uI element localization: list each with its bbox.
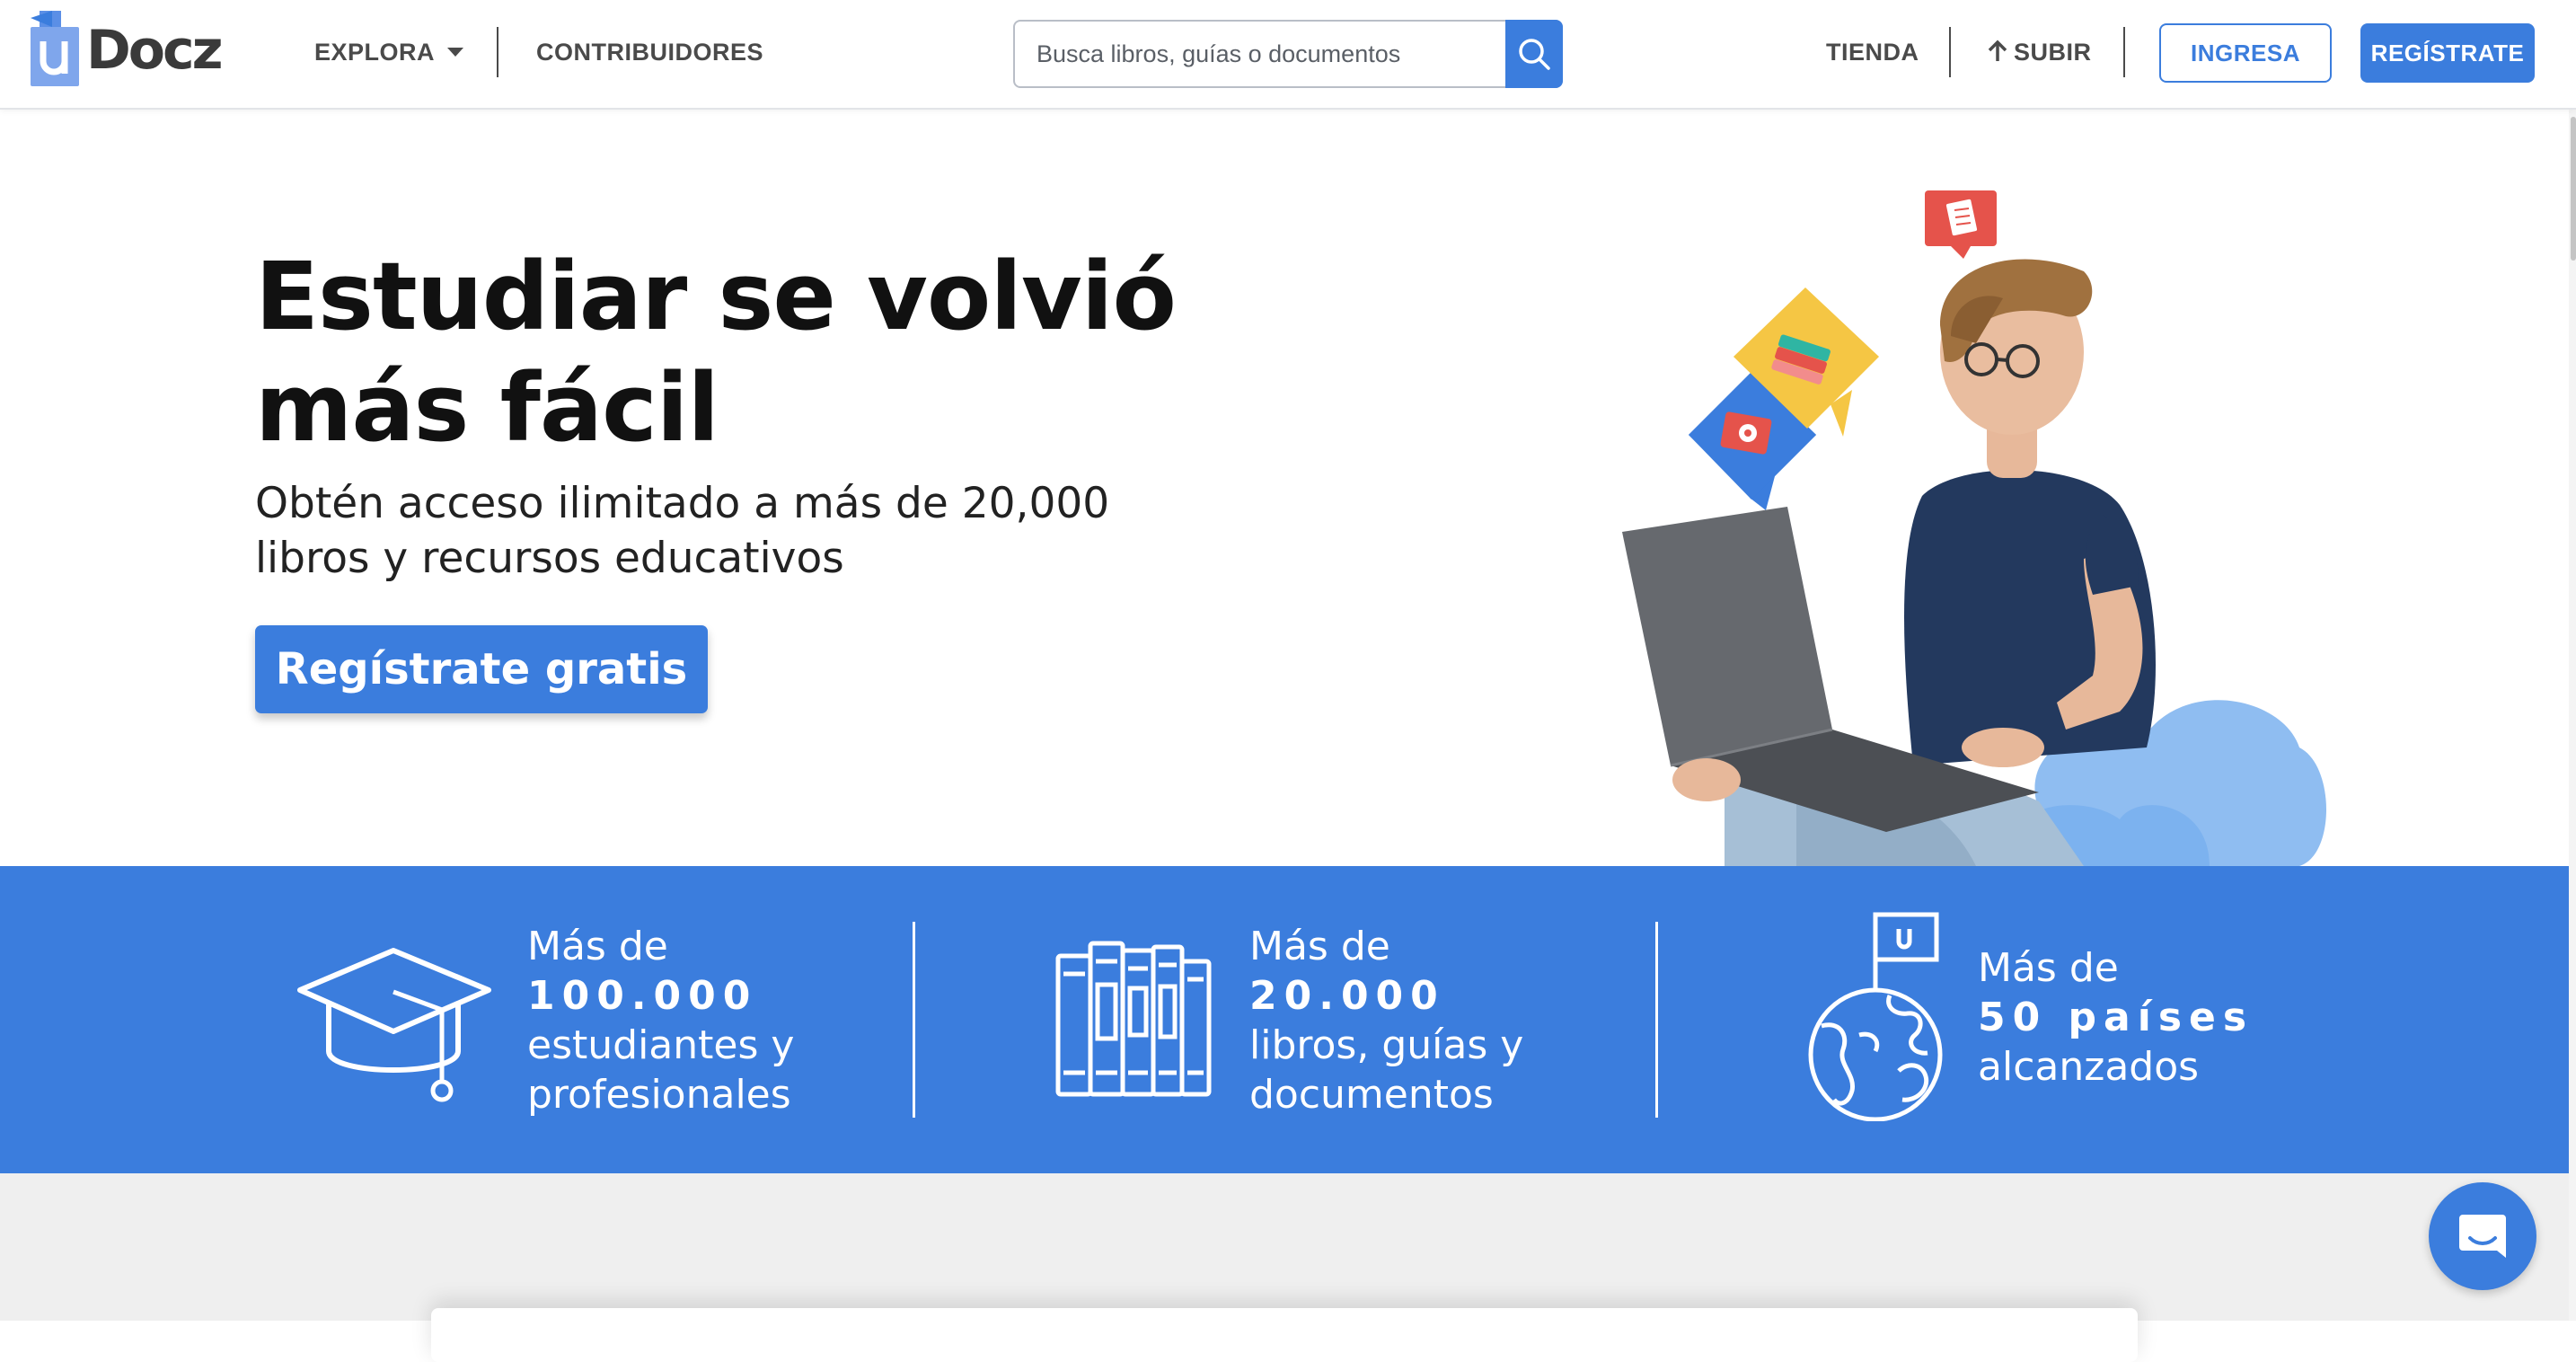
hero-section: Estudiar se volvió más fácil Obtén acces… — [0, 110, 2576, 866]
logo-text: Docz — [86, 19, 224, 82]
chevron-down-icon — [447, 47, 464, 57]
hero-subtitle-line: Obtén acceso ilimitado a más de 20,000 — [255, 479, 1110, 528]
nav-tienda[interactable]: TIENDA — [1826, 36, 1919, 68]
chat-launcher-button[interactable] — [2429, 1182, 2536, 1290]
chat-icon — [2459, 1215, 2506, 1258]
registrate-button[interactable]: REGÍSTRATE — [2360, 23, 2535, 83]
stat-number: 50 países — [1978, 995, 2254, 1040]
nav-divider — [2123, 27, 2125, 77]
hero-title-line: más fácil — [255, 353, 719, 463]
stat-line: libros, guías y — [1249, 1022, 1524, 1068]
stats-band: Más de 100.000 estudiantes y profesional… — [0, 866, 2576, 1173]
search-bar — [1013, 20, 1563, 88]
page-scrollbar[interactable] — [2569, 0, 2576, 1321]
nav-contribuidores[interactable]: CONTRIBUIDORES — [536, 36, 763, 68]
udocz-logo[interactable]: Docz — [31, 11, 228, 92]
stat-line: alcanzados — [1978, 1044, 2200, 1090]
nav-explora[interactable]: EXPLORA — [314, 36, 464, 68]
register-free-button[interactable]: Regístrate gratis — [255, 625, 708, 713]
stat-number: 100.000 — [527, 973, 758, 1019]
content-section — [0, 1173, 2576, 1362]
content-card — [431, 1308, 2138, 1362]
document-tag-icon — [1925, 190, 1997, 259]
stat-number: 20.000 — [1249, 973, 1445, 1019]
stat-divider — [913, 922, 915, 1118]
hero-title: Estudiar se volvió más fácil — [255, 241, 1333, 464]
stat-line: profesionales — [527, 1072, 791, 1118]
stat-prefix: Más de — [527, 924, 668, 969]
site-header: Docz EXPLORA CONTRIBUIDORES TIENDA SUBIR… — [0, 0, 2576, 110]
stat-students: Más de 100.000 estudiantes y profesional… — [527, 922, 794, 1119]
stat-line: documentos — [1249, 1072, 1494, 1118]
stat-prefix: Más de — [1249, 924, 1390, 969]
search-icon — [1519, 39, 1550, 70]
nav-subir-label: SUBIR — [2014, 39, 2092, 66]
stat-divider — [1655, 922, 1658, 1118]
stat-countries: Más de 50 países alcanzados — [1978, 943, 2254, 1092]
stat-line: estudiantes y — [527, 1022, 795, 1068]
graduation-cap-icon — [297, 948, 491, 1102]
hero-title-line: Estudiar se volvió — [255, 242, 1177, 351]
nav-explora-label: EXPLORA — [314, 39, 436, 66]
stat-books: Más de 20.000 libros, guías y documentos — [1249, 922, 1523, 1119]
nav-subir[interactable]: SUBIR — [1987, 36, 2092, 68]
stat-prefix: Más de — [1978, 945, 2119, 991]
hero-subtitle: Obtén acceso ilimitado a más de 20,000 l… — [255, 476, 1243, 586]
student-laptop-illustration — [1622, 190, 2326, 866]
search-button[interactable] — [1505, 20, 1563, 88]
search-input[interactable] — [1015, 22, 1504, 86]
nav-divider — [497, 27, 498, 77]
books-icon — [1055, 941, 1212, 1097]
ingresa-button[interactable]: INGRESA — [2159, 23, 2332, 83]
arrow-up-icon — [1988, 40, 2007, 61]
scrollbar-thumb[interactable] — [2571, 117, 2576, 261]
hero-subtitle-line: libros y recursos educativos — [255, 534, 844, 583]
nav-divider — [1949, 27, 1951, 77]
globe-flag-icon — [1808, 912, 1943, 1121]
udocz-logo-mark-icon — [31, 11, 79, 86]
